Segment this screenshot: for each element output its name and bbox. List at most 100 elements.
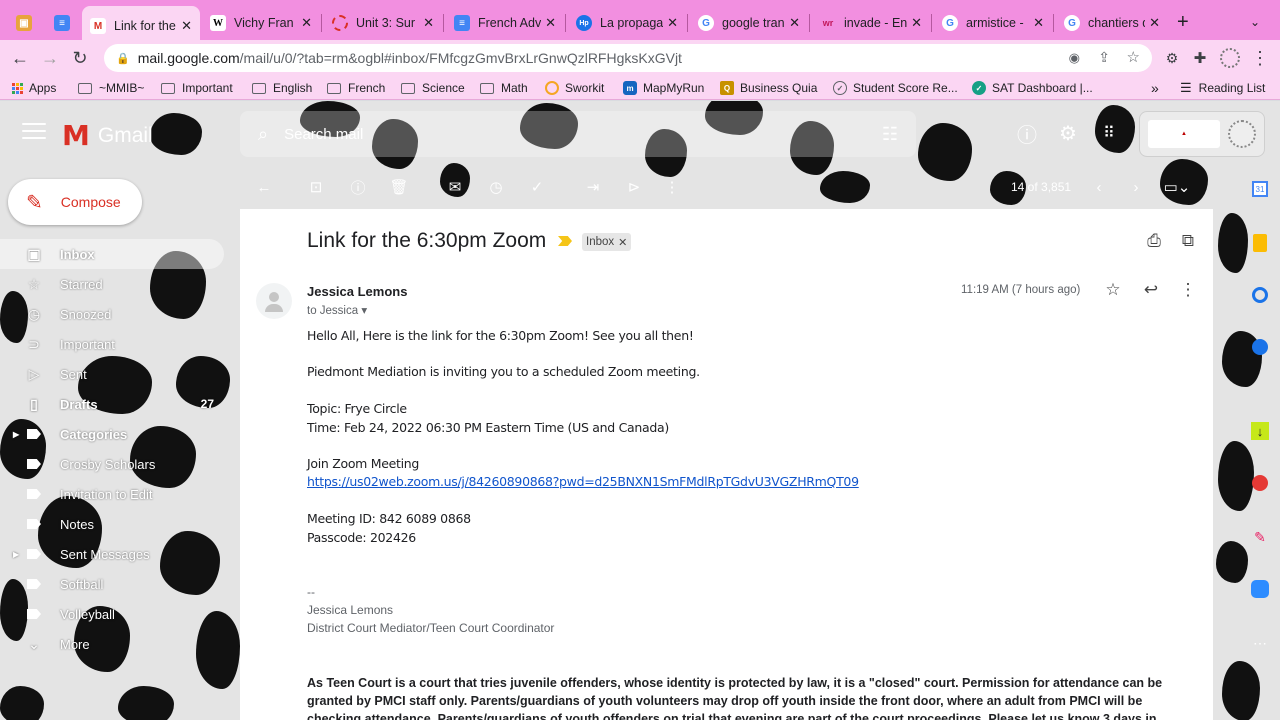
archive-icon[interactable]: ⊡ bbox=[306, 177, 326, 197]
browser-tab-7[interactable]: G google tran ✕ bbox=[690, 6, 808, 40]
close-tab-icon[interactable]: ✕ bbox=[1149, 15, 1160, 31]
sidebar-item-inbox[interactable]: ▣ Inbox bbox=[0, 239, 224, 269]
bookmark-folder-science[interactable]: Science bbox=[401, 79, 465, 97]
sidebar-item-notes[interactable]: Notes bbox=[0, 509, 224, 539]
bookmark-folder-math[interactable]: Math bbox=[480, 79, 528, 97]
close-tab-icon[interactable]: ✕ bbox=[911, 15, 922, 31]
bookmark-student-score[interactable]: ✓ Student Score Re... bbox=[833, 79, 958, 97]
important-marker-icon[interactable] bbox=[558, 236, 572, 246]
browser-tab-8[interactable]: wr invade - En ✕ bbox=[812, 6, 930, 40]
shield-addon-icon[interactable] bbox=[1246, 469, 1274, 497]
bookmark-apps[interactable]: Apps bbox=[12, 79, 56, 97]
new-tab-icon[interactable]: + bbox=[1177, 11, 1189, 34]
sidebar-item-more[interactable]: ⌄ More bbox=[0, 629, 224, 659]
search-bar[interactable]: ⌕ ☷ bbox=[240, 111, 916, 157]
expand-arrow-icon[interactable]: ▶ bbox=[13, 430, 19, 439]
browser-menu-icon[interactable]: ⋮ bbox=[1248, 46, 1272, 70]
snooze-icon[interactable]: ◷ bbox=[486, 177, 506, 197]
calendar-icon[interactable]: 31 bbox=[1246, 175, 1274, 203]
profile-avatar[interactable] bbox=[1218, 46, 1242, 70]
bookmark-folder-important[interactable]: Important bbox=[161, 79, 233, 97]
report-spam-icon[interactable]: ⓘ bbox=[348, 177, 368, 197]
sidebar-item-starred[interactable]: ☆ Starred bbox=[0, 269, 224, 299]
bookmark-business-quia[interactable]: Q Business Quia bbox=[720, 79, 817, 97]
close-tab-icon[interactable]: ✕ bbox=[545, 15, 556, 31]
sidebar-item-sent-messages[interactable]: ▶ Sent Messages bbox=[0, 539, 224, 569]
keep-icon[interactable] bbox=[1246, 229, 1274, 257]
eye-icon[interactable]: ◉ bbox=[1069, 50, 1080, 66]
more-actions-icon[interactable]: ⋮ bbox=[662, 177, 682, 197]
labels-icon[interactable]: ⊳ bbox=[624, 177, 644, 197]
tasks-icon[interactable] bbox=[1246, 281, 1274, 309]
close-tab-icon[interactable]: ✕ bbox=[181, 18, 192, 34]
browser-tab-0[interactable]: ▣ bbox=[8, 6, 44, 40]
sidebar-item-snoozed[interactable]: ◷ Snoozed bbox=[0, 299, 224, 329]
bookmark-sworkit[interactable]: Sworkit bbox=[545, 79, 604, 97]
open-in-new-window-icon[interactable]: ⧉ bbox=[1177, 230, 1199, 252]
bookmark-mapmyrun[interactable]: m MapMyRun bbox=[623, 79, 704, 97]
reading-list-button[interactable]: ☰ Reading List bbox=[1180, 79, 1265, 97]
reload-icon[interactable]: ↻ bbox=[68, 46, 92, 70]
search-icon[interactable]: ⌕ bbox=[258, 124, 268, 145]
close-tab-icon[interactable]: ✕ bbox=[789, 15, 800, 31]
settings-gear-icon[interactable]: ⚙ bbox=[1056, 121, 1080, 145]
extension-icon[interactable]: ⚙ bbox=[1160, 46, 1184, 70]
browser-tab-6[interactable]: Hp La propaga ✕ bbox=[568, 6, 686, 40]
browser-tab-4[interactable]: Unit 3: Sur ✕ bbox=[324, 6, 442, 40]
sender-name[interactable]: Jessica Lemons bbox=[307, 284, 407, 299]
remove-label-icon[interactable]: ✕ bbox=[618, 236, 627, 249]
sender-avatar[interactable] bbox=[256, 283, 292, 319]
input-tools-icon[interactable]: ▭⌄ bbox=[1160, 177, 1194, 197]
bookmark-star-icon[interactable]: ☆ bbox=[1127, 48, 1140, 66]
browser-tab-9[interactable]: G armistice - ✕ bbox=[934, 6, 1052, 40]
expand-arrow-icon[interactable]: ▶ bbox=[13, 550, 19, 559]
more-addons-icon[interactable]: ⋯ bbox=[1246, 629, 1274, 657]
gmail-logo[interactable]: M Gmail bbox=[62, 119, 153, 152]
older-chevron-icon[interactable]: › bbox=[1126, 177, 1146, 197]
browser-tab-5[interactable]: ≡ French Adv ✕ bbox=[446, 6, 564, 40]
close-tab-icon[interactable]: ✕ bbox=[667, 15, 678, 31]
compose-button[interactable]: ✎ Compose bbox=[8, 179, 142, 225]
browser-tab-1[interactable]: ≡ bbox=[46, 6, 82, 40]
sidebar-item-categories[interactable]: ▶ Categories bbox=[0, 419, 224, 449]
share-icon[interactable]: ⇪ bbox=[1098, 49, 1110, 66]
back-arrow-icon[interactable]: ← bbox=[8, 46, 32, 70]
account-avatar[interactable] bbox=[1228, 120, 1256, 148]
close-tab-icon[interactable]: ✕ bbox=[1033, 15, 1044, 31]
sidebar-item-sent[interactable]: ▷ Sent bbox=[0, 359, 224, 389]
zoom-addon-icon[interactable] bbox=[1246, 575, 1274, 603]
zoom-meeting-link[interactable]: https://us02web.zoom.us/j/84260890868?pw… bbox=[307, 474, 859, 489]
bookmark-folder-mmib[interactable]: ~MMIB~ bbox=[78, 79, 144, 97]
account-switcher[interactable]: ▲ bbox=[1139, 111, 1265, 157]
sidebar-item-invitation-to-edit[interactable]: Invitation to Edit bbox=[0, 479, 224, 509]
bookmark-sat-dashboard[interactable]: ✓ SAT Dashboard |... bbox=[972, 79, 1093, 97]
recipient-details-chevron-icon[interactable]: ▾ bbox=[361, 305, 367, 317]
sidebar-item-softball[interactable]: Softball bbox=[0, 569, 224, 599]
print-icon[interactable]: ⎙ bbox=[1143, 230, 1165, 252]
sidebar-item-drafts[interactable]: ▯ Drafts 27 bbox=[0, 389, 224, 419]
search-options-icon[interactable]: ☷ bbox=[882, 124, 898, 145]
forward-arrow-icon[interactable]: → bbox=[38, 46, 62, 70]
back-to-inbox-icon[interactable]: ← bbox=[254, 177, 274, 197]
move-to-icon[interactable]: ⇥ bbox=[583, 177, 603, 197]
main-menu-icon[interactable] bbox=[22, 123, 46, 143]
browser-tab-3[interactable]: W Vichy Fran ✕ bbox=[202, 6, 320, 40]
bookmark-folder-french[interactable]: French bbox=[327, 79, 385, 97]
recipient-line[interactable]: to Jessica ▾ bbox=[307, 303, 367, 317]
message-more-icon[interactable]: ⋮ bbox=[1177, 279, 1199, 301]
sidebar-item-crosby-scholars[interactable]: Crosby Scholars bbox=[0, 449, 224, 479]
contacts-icon[interactable] bbox=[1246, 333, 1274, 361]
sidebar-item-important[interactable]: ⊃ Important bbox=[0, 329, 224, 359]
inbox-label-chip[interactable]: Inbox ✕ bbox=[582, 233, 632, 251]
pen-addon-icon[interactable]: ✎ bbox=[1246, 523, 1274, 551]
bookmarks-overflow[interactable]: » bbox=[1151, 79, 1159, 97]
close-tab-icon[interactable]: ✕ bbox=[301, 15, 312, 31]
delete-icon[interactable]: 🗑 bbox=[389, 177, 409, 197]
mark-unread-icon[interactable]: ✉ bbox=[445, 177, 465, 197]
puzzle-icon[interactable]: ✚ bbox=[1188, 46, 1212, 70]
sidebar-item-volleyball[interactable]: Volleyball bbox=[0, 599, 224, 629]
star-icon[interactable]: ☆ bbox=[1102, 279, 1124, 301]
add-to-tasks-icon[interactable]: ✓ bbox=[527, 177, 547, 197]
browser-tab-10[interactable]: G chantiers d ✕ bbox=[1056, 6, 1168, 40]
newer-chevron-icon[interactable]: ‹ bbox=[1089, 177, 1109, 197]
